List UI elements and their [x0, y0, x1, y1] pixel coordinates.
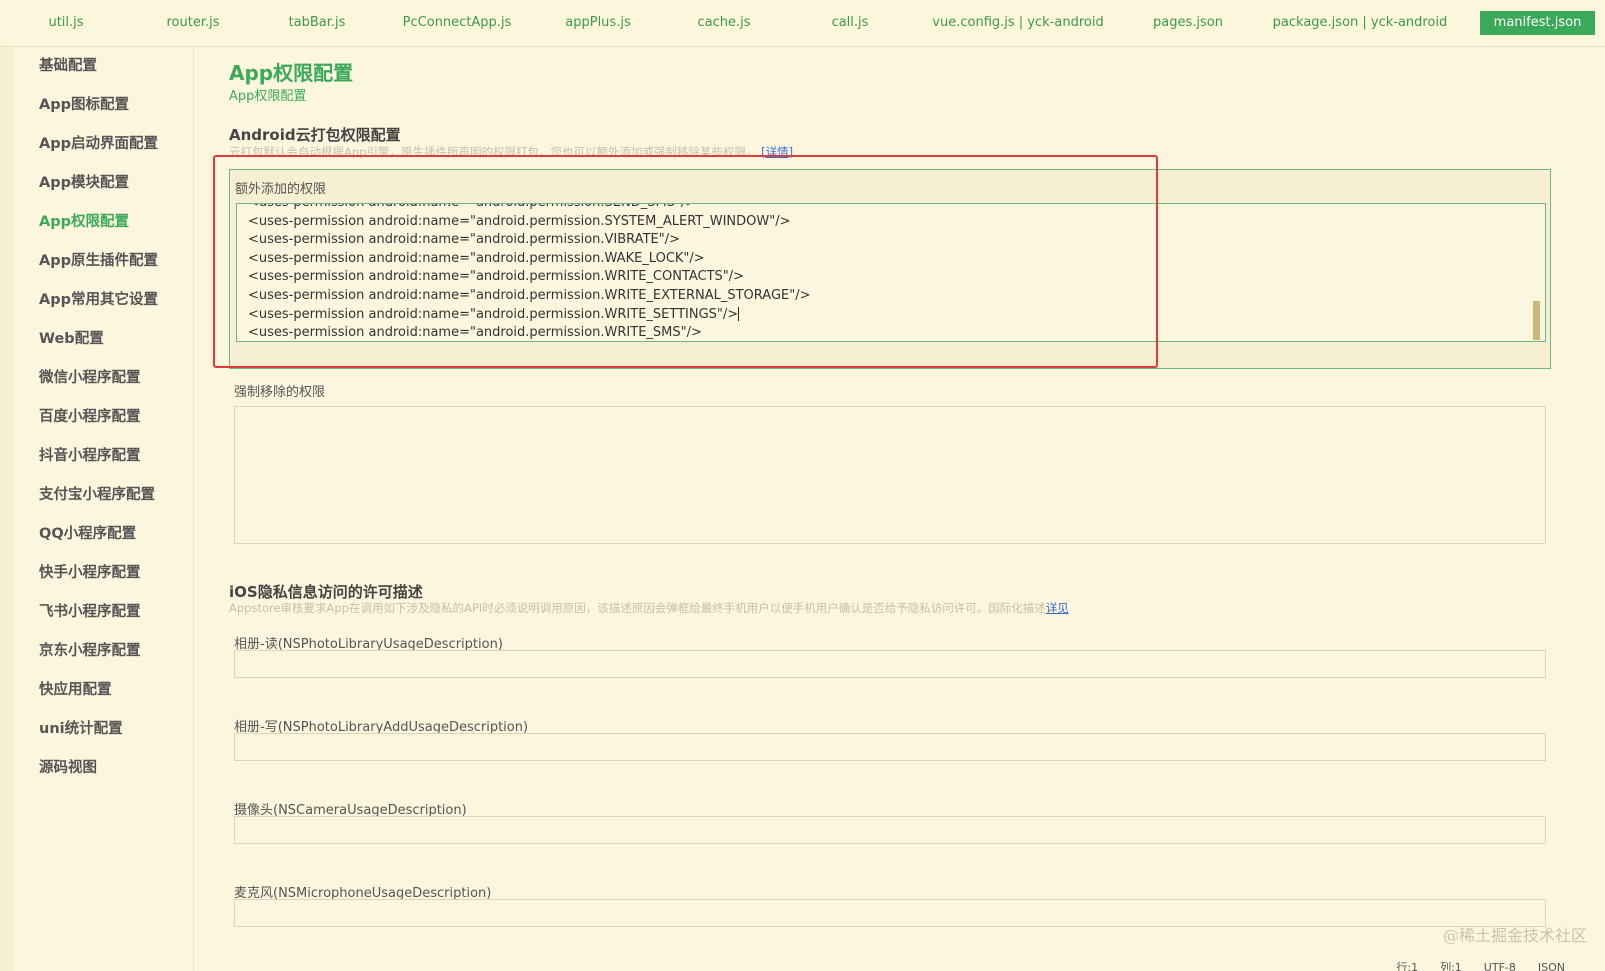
config-sidebar: 基础配置 App图标配置 App启动界面配置 App模块配置 App权限配置 A…: [14, 47, 194, 971]
left-gutter: [0, 47, 14, 971]
tab-bar: util.js router.js tabBar.js PcConnectApp…: [0, 0, 1605, 47]
sidebar-item-jd[interactable]: 京东小程序配置: [14, 632, 193, 671]
microphone-input[interactable]: [234, 899, 1546, 927]
tab-vue-config-js[interactable]: vue.config.js | yck-android: [900, 11, 1136, 35]
sidebar-item-app-other[interactable]: App常用其它设置: [14, 281, 193, 320]
sidebar-item-baidu[interactable]: 百度小程序配置: [14, 398, 193, 437]
sidebar-item-app-native-plugins[interactable]: App原生插件配置: [14, 242, 193, 281]
tab-pcconnectapp-js[interactable]: PcConnectApp.js: [366, 11, 548, 35]
tab-cache-js[interactable]: cache.js: [648, 11, 800, 35]
photo-write-input[interactable]: [234, 733, 1546, 761]
sidebar-item-app-permissions[interactable]: App权限配置: [14, 203, 193, 242]
sidebar-item-basic[interactable]: 基础配置: [14, 47, 193, 86]
ios-section-title: iOS隐私信息访问的许可描述: [229, 583, 423, 601]
tab-call-js[interactable]: call.js: [800, 11, 900, 35]
tab-appplus-js[interactable]: appPlus.js: [548, 11, 648, 35]
status-column: 列:1: [1440, 961, 1462, 971]
status-line: 行:1: [1396, 961, 1419, 971]
android-section-title: Android云打包权限配置: [229, 126, 401, 144]
sidebar-item-kuaishou[interactable]: 快手小程序配置: [14, 554, 193, 593]
sidebar-item-web[interactable]: Web配置: [14, 320, 193, 359]
editor-window: util.js router.js tabBar.js PcConnectApp…: [0, 0, 1605, 971]
tab-package-json[interactable]: package.json | yck-android: [1240, 11, 1480, 35]
status-language[interactable]: JSON: [1538, 961, 1565, 971]
sidebar-item-app-splash[interactable]: App启动界面配置: [14, 125, 193, 164]
ios-desc-text: Appstore审核要求App在调用如下涉及隐私的API时必须说明调用原因，该描…: [229, 601, 1046, 615]
sidebar-item-uni-stat[interactable]: uni统计配置: [14, 710, 193, 749]
sidebar-item-douyin[interactable]: 抖音小程序配置: [14, 437, 193, 476]
tab-pages-json[interactable]: pages.json: [1136, 11, 1240, 35]
tab-tabbar-js[interactable]: tabBar.js: [268, 11, 366, 35]
status-encoding[interactable]: UTF-8: [1484, 961, 1516, 971]
sidebar-item-qq[interactable]: QQ小程序配置: [14, 515, 193, 554]
remove-permissions-label: 强制移除的权限: [234, 385, 326, 400]
red-highlight-box: [213, 155, 1158, 368]
ios-see-link[interactable]: 详见: [1046, 601, 1069, 615]
sidebar-item-app-modules[interactable]: App模块配置: [14, 164, 193, 203]
tab-util-js[interactable]: util.js: [14, 11, 118, 35]
sidebar-item-alipay[interactable]: 支付宝小程序配置: [14, 476, 193, 515]
ios-section-desc: Appstore审核要求App在调用如下涉及隐私的API时必须说明调用原因，该描…: [229, 600, 1069, 616]
sidebar-item-app-icon[interactable]: App图标配置: [14, 86, 193, 125]
sidebar-item-quickapp[interactable]: 快应用配置: [14, 671, 193, 710]
tab-manifest-json[interactable]: manifest.json: [1480, 11, 1595, 35]
sidebar-item-weixin[interactable]: 微信小程序配置: [14, 359, 193, 398]
page-title: App权限配置: [229, 61, 354, 85]
textarea-scrollbar-thumb[interactable]: [1533, 301, 1540, 340]
tab-router-js[interactable]: router.js: [118, 11, 268, 35]
sidebar-item-source-view[interactable]: 源码视图: [14, 749, 193, 788]
photo-read-input[interactable]: [234, 650, 1546, 678]
status-bar: 行:1 列:1 UTF-8 JSON: [0, 939, 1605, 971]
page-subtitle: App权限配置: [229, 89, 307, 104]
remove-permissions-textarea[interactable]: [234, 406, 1546, 544]
watermark: @稀土掘金技术社区: [1442, 926, 1587, 945]
camera-input[interactable]: [234, 816, 1546, 844]
sidebar-item-feishu[interactable]: 飞书小程序配置: [14, 593, 193, 632]
